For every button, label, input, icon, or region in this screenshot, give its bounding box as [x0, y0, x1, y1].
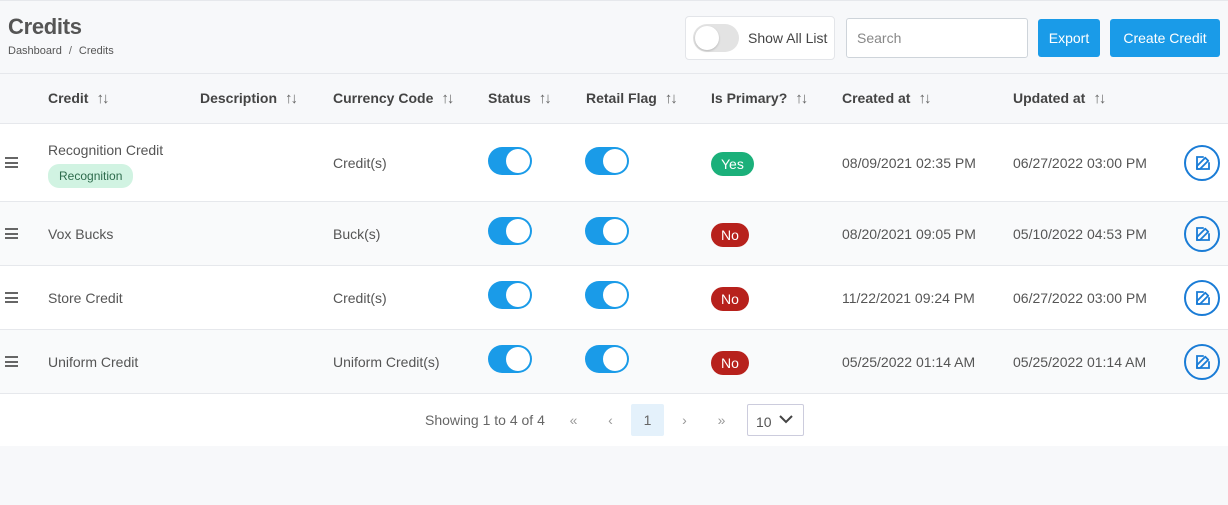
table-row: Uniform Credit Uniform Credit(s) No 05/2…: [0, 330, 1228, 394]
column-label: Status: [488, 90, 531, 106]
pagination-info: Showing 1 to 4 of 4: [425, 412, 545, 428]
updated-at: 06/27/2022 03:00 PM: [1013, 290, 1147, 306]
export-button[interactable]: Export: [1038, 19, 1100, 57]
credit-name: Uniform Credit: [48, 354, 139, 370]
is-primary-badge: No: [711, 287, 749, 311]
updated-at: 06/27/2022 03:00 PM: [1013, 155, 1147, 171]
last-page-icon[interactable]: »: [705, 404, 738, 436]
status-toggle[interactable]: [488, 281, 532, 309]
currency-code: Uniform Credit(s): [333, 354, 440, 370]
sort-icon[interactable]: ↑↓: [665, 90, 678, 107]
column-label: Description: [200, 90, 278, 106]
breadcrumb-credits: Credits: [78, 45, 114, 57]
created-at: 08/09/2021 02:35 PM: [842, 155, 976, 171]
sort-icon[interactable]: ↑↓: [539, 90, 552, 107]
column-header-updated-at[interactable]: Updated at ↑↓: [1013, 90, 1106, 107]
column-label: Updated at: [1013, 90, 1086, 106]
chevron-down-icon: [779, 415, 793, 424]
credits-page: Credits Dashboard / Credits Show All List …: [0, 0, 1228, 505]
created-at: 08/20/2021 09:05 PM: [842, 226, 976, 242]
created-at: 11/22/2021 09:24 PM: [842, 290, 975, 306]
edit-icon: [1196, 355, 1210, 369]
breadcrumb-dashboard[interactable]: Dashboard: [8, 45, 62, 57]
is-primary-badge: Yes: [711, 152, 754, 176]
prev-page-icon[interactable]: ‹: [594, 404, 627, 436]
updated-at: 05/25/2022 01:14 AM: [1013, 354, 1147, 370]
column-header-status[interactable]: Status ↑↓: [488, 90, 552, 107]
retail-flag-toggle[interactable]: [585, 281, 629, 309]
sort-icon[interactable]: ↑↓: [441, 90, 454, 107]
show-all-list-label: Show All List: [748, 30, 828, 46]
create-credit-button[interactable]: Create Credit: [1110, 19, 1220, 57]
retail-flag-toggle[interactable]: [585, 345, 629, 373]
column-label: Credit: [48, 90, 89, 106]
page-header: Credits Dashboard / Credits Show All List …: [0, 1, 1228, 73]
updated-at: 05/10/2022 04:53 PM: [1013, 226, 1147, 242]
per-page-value: 10: [756, 414, 772, 430]
sort-icon[interactable]: ↑↓: [795, 90, 808, 107]
column-header-retail-flag[interactable]: Retail Flag ↑↓: [586, 90, 678, 107]
status-toggle[interactable]: [488, 345, 532, 373]
edit-icon: [1196, 156, 1210, 170]
breadcrumb-separator: /: [68, 45, 72, 57]
credit-name: Vox Bucks: [48, 226, 114, 242]
retail-flag-toggle[interactable]: [585, 147, 629, 175]
table-row: Store Credit Credit(s) No 11/22/2021 09:…: [0, 266, 1228, 330]
status-toggle[interactable]: [488, 147, 532, 175]
table-header: Credit ↑↓ Description ↑↓ Currency Code ↑↓ S…: [0, 73, 1228, 124]
edit-button[interactable]: [1184, 145, 1220, 181]
edit-icon: [1196, 291, 1210, 305]
column-header-description[interactable]: Description ↑↓: [200, 90, 298, 107]
credit-name: Store Credit: [48, 290, 123, 306]
column-label: Currency Code: [333, 90, 434, 106]
column-header-credit[interactable]: Credit ↑↓: [48, 90, 109, 107]
column-label: Retail Flag: [586, 90, 657, 106]
next-page-icon[interactable]: ›: [668, 404, 701, 436]
breadcrumb: Dashboard / Credits: [8, 45, 114, 57]
sort-icon[interactable]: ↑↓: [918, 90, 931, 107]
column-header-is-primary[interactable]: Is Primary? ↑↓: [711, 90, 808, 107]
drag-handle-icon[interactable]: [5, 292, 18, 303]
show-all-list-toggle[interactable]: [693, 24, 739, 52]
per-page-select[interactable]: 10: [747, 404, 804, 436]
drag-handle-icon[interactable]: [5, 228, 18, 239]
currency-code: Credit(s): [333, 290, 387, 306]
page-title: Credits: [8, 14, 82, 39]
edit-button[interactable]: [1184, 216, 1220, 252]
edit-button[interactable]: [1184, 280, 1220, 316]
first-page-icon[interactable]: «: [557, 404, 590, 436]
edit-button[interactable]: [1184, 344, 1220, 380]
show-all-list-control: Show All List: [685, 16, 835, 60]
created-at: 05/25/2022 01:14 AM: [842, 354, 976, 370]
sort-icon[interactable]: ↑↓: [96, 90, 109, 107]
column-header-created-at[interactable]: Created at ↑↓: [842, 90, 931, 107]
is-primary-badge: No: [711, 351, 749, 375]
currency-code: Credit(s): [333, 155, 387, 171]
table-row: Vox Bucks Buck(s) No 08/20/2021 09:05 PM…: [0, 202, 1228, 266]
sort-icon[interactable]: ↑↓: [285, 90, 298, 107]
credits-table: Credit ↑↓ Description ↑↓ Currency Code ↑↓ S…: [0, 73, 1228, 446]
currency-code: Buck(s): [333, 226, 381, 242]
edit-icon: [1196, 227, 1210, 241]
credit-name: Recognition Credit: [48, 142, 164, 158]
is-primary-badge: No: [711, 223, 749, 247]
column-header-currency-code[interactable]: Currency Code ↑↓: [333, 90, 454, 107]
sort-icon[interactable]: ↑↓: [1093, 90, 1106, 107]
retail-flag-toggle[interactable]: [585, 217, 629, 245]
search-input[interactable]: [846, 18, 1028, 58]
page-button-current[interactable]: 1: [631, 404, 664, 436]
pagination: Showing 1 to 4 of 4 « ‹ 1 › » 10: [0, 394, 1228, 446]
credit-tag: Recognition: [48, 164, 134, 188]
drag-handle-icon[interactable]: [5, 356, 18, 367]
column-label: Created at: [842, 90, 911, 106]
table-row: Recognition Credit Recognition Credit(s)…: [0, 124, 1228, 202]
status-toggle[interactable]: [488, 217, 532, 245]
drag-handle-icon[interactable]: [5, 157, 18, 168]
column-label: Is Primary?: [711, 90, 788, 106]
